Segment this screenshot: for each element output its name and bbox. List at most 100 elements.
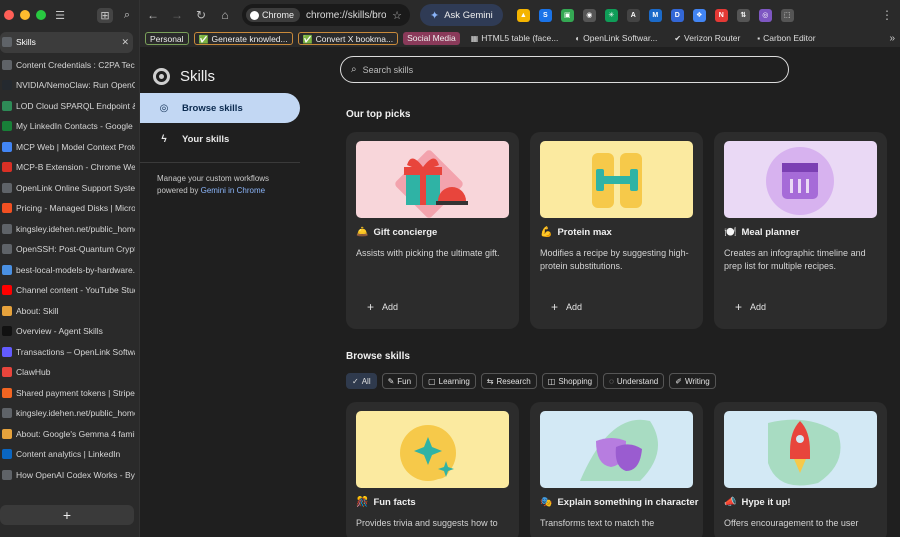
- maximize-window-button[interactable]: [36, 10, 46, 20]
- skill-card[interactable]: 💪 Protein max Modifies a recipe by suggest…: [530, 132, 703, 329]
- skill-emoji-icon: 🎊: [356, 497, 369, 508]
- bookmark-item[interactable]: ▪ Carbon Editor: [751, 32, 821, 45]
- home-icon[interactable]: ⌂: [218, 8, 232, 22]
- tab-item[interactable]: ClawHub: [0, 362, 139, 383]
- tab-item[interactable]: Overview - Agent Skills: [0, 321, 139, 342]
- nav-item-browse-skills[interactable]: ◎ Browse skills: [140, 93, 300, 123]
- tab-title: LOD Cloud SPARQL Endpoint & Q: [16, 100, 135, 111]
- active-tab[interactable]: Skills ✕: [0, 32, 133, 53]
- bookmark-item[interactable]: ◐ OpenLink Softwar...: [569, 32, 663, 45]
- extension-icon[interactable]: A: [626, 8, 640, 22]
- favicon-icon: [2, 469, 12, 480]
- filter-chip-shopping[interactable]: ◫ Shopping: [541, 373, 599, 389]
- add-skill-button[interactable]: + Add: [551, 300, 582, 314]
- tab-item[interactable]: OpenLink Online Support System: [0, 178, 139, 199]
- extension-icon[interactable]: D: [670, 8, 684, 22]
- extension-icon[interactable]: ◉: [582, 8, 596, 22]
- extension-icon[interactable]: ▣: [560, 8, 574, 22]
- tab-item[interactable]: best-local-models-by-hardware.m: [0, 260, 139, 281]
- more-bookmarks-icon[interactable]: »: [889, 33, 895, 44]
- filter-chip-fun[interactable]: ✎ Fun: [381, 373, 418, 389]
- tab-item[interactable]: kingsley.idehen.net/public_home/: [0, 403, 139, 424]
- tab-item[interactable]: Channel content - YouTube Studio: [0, 280, 139, 301]
- tab-item[interactable]: kingsley.idehen.net/public_home/: [0, 219, 139, 240]
- skill-card[interactable]: 🍽️ Meal planner Creates an infographic tim…: [714, 132, 887, 329]
- filter-chip-learning[interactable]: ▢ Learning: [422, 373, 476, 389]
- search-box[interactable]: ⌕ Search skills: [340, 56, 789, 83]
- skill-card[interactable]: 🎭 Explain something in character Transform…: [530, 402, 703, 537]
- card-illustration: [724, 411, 877, 488]
- site-chip[interactable]: Chrome: [246, 8, 301, 22]
- back-icon[interactable]: ←: [146, 8, 160, 22]
- new-tab-button[interactable]: +: [0, 505, 134, 525]
- bookmark-star-icon[interactable]: ☆: [392, 9, 402, 22]
- bookmark-item[interactable]: ▦ HTML5 table (face...: [465, 32, 565, 45]
- tab-item[interactable]: OpenSSH: Post-Quantum Cryptog: [0, 239, 139, 260]
- extension-icon[interactable]: S: [538, 8, 552, 22]
- extension-icon[interactable]: ▲: [516, 8, 530, 22]
- tab-grid-icon[interactable]: ⊞: [97, 7, 113, 23]
- skill-card[interactable]: 🎊 Fun facts Provides trivia and suggests h…: [346, 402, 519, 537]
- skill-emoji-icon: 🍽️: [724, 227, 737, 238]
- bookmark-item[interactable]: ✅ Convert X bookma...: [297, 32, 399, 45]
- extension-icon[interactable]: ⬚: [780, 8, 794, 22]
- skill-card-description: Creates an infographic timeline and prep…: [724, 248, 866, 271]
- skill-card[interactable]: 🛎️ Gift concierge Assists with picking the…: [346, 132, 519, 329]
- tab-item[interactable]: MCP Web | Model Context Protoc: [0, 137, 139, 158]
- tab-item[interactable]: Shared payment tokens | Stripe D: [0, 383, 139, 404]
- filter-chip-all[interactable]: ✓ All: [346, 373, 377, 389]
- skill-card-title: 💪 Protein max: [540, 227, 693, 238]
- extension-icon[interactable]: ⇅: [736, 8, 750, 22]
- search-input[interactable]: Search skills: [363, 65, 414, 75]
- close-tab-icon[interactable]: ✕: [121, 37, 129, 48]
- tab-item[interactable]: MCP-B Extension - Chrome Web S: [0, 157, 139, 178]
- tab-item[interactable]: How OpenAI Codex Works - By Ch: [0, 465, 139, 486]
- favicon-icon: [2, 264, 12, 275]
- skill-card-title: 🍽️ Meal planner: [724, 227, 877, 238]
- tab-item[interactable]: NVIDIA/NemoClaw: Run OpenClaw: [0, 75, 139, 96]
- close-window-button[interactable]: [4, 10, 14, 20]
- favicon-icon: [2, 100, 12, 111]
- bookmark-item[interactable]: ✔ Verizon Router: [668, 32, 746, 45]
- extension-icon[interactable]: ✳: [604, 8, 618, 22]
- bookmark-item[interactable]: ✅ Generate knowled...: [193, 32, 293, 45]
- collapse-tabs-icon[interactable]: ☰: [52, 9, 68, 22]
- bookmark-label: OpenLink Softwar...: [583, 33, 658, 43]
- tab-item[interactable]: My LinkedIn Contacts - Google S: [0, 116, 139, 137]
- bookmark-item[interactable]: Social Media: [403, 32, 460, 45]
- filter-chip-writing[interactable]: ✐ Writing: [669, 373, 716, 389]
- add-skill-button[interactable]: + Add: [367, 300, 398, 314]
- tab-item[interactable]: LOD Cloud SPARQL Endpoint & Q: [0, 96, 139, 117]
- extension-icon[interactable]: ❖: [692, 8, 706, 22]
- ask-gemini-button[interactable]: ✦ Ask Gemini: [420, 4, 503, 26]
- tab-item[interactable]: Pricing - Managed Disks | Micros: [0, 198, 139, 219]
- favicon-icon: [2, 37, 12, 48]
- forward-icon[interactable]: →: [170, 8, 184, 22]
- nav-item-your-skills[interactable]: ϟ Your skills: [140, 124, 305, 154]
- tab-item[interactable]: Content Credentials : C2PA Tech: [0, 55, 139, 76]
- tab-item[interactable]: Content analytics | LinkedIn: [0, 444, 139, 465]
- extension-icon[interactable]: M: [648, 8, 662, 22]
- window-controls: ☰ ⊞ ⌕: [0, 0, 139, 30]
- tab-item[interactable]: About: Google's Gemma 4 family: [0, 424, 139, 445]
- card-illustration: [724, 141, 877, 218]
- favicon-icon: [2, 162, 12, 173]
- extension-icon[interactable]: ◎: [758, 8, 772, 22]
- filter-chip-research[interactable]: ⇆ Research: [480, 373, 537, 389]
- tab-item[interactable]: Transactions – OpenLink Software: [0, 342, 139, 363]
- bookmark-item[interactable]: Personal: [145, 32, 189, 45]
- add-label: Add: [382, 302, 399, 312]
- add-skill-button[interactable]: + Add: [735, 300, 766, 314]
- address-bar[interactable]: Chrome chrome://skills/browse ☆: [242, 4, 410, 26]
- skill-title-text: Hype it up!: [741, 497, 791, 508]
- tab-item[interactable]: About: Skill: [0, 301, 139, 322]
- extension-icon[interactable]: N: [714, 8, 728, 22]
- gemini-link[interactable]: Gemini in Chrome: [201, 186, 265, 195]
- menu-icon[interactable]: ⋮: [880, 8, 894, 22]
- reload-icon[interactable]: ↻: [194, 8, 208, 22]
- tab-title: OpenLink Online Support System: [16, 182, 135, 193]
- skill-card[interactable]: 📣 Hype it up! Offers encouragement to the …: [714, 402, 887, 537]
- tab-search-icon[interactable]: ⌕: [119, 9, 135, 22]
- filter-chip-understand[interactable]: ◌ Understand: [603, 373, 665, 389]
- minimize-window-button[interactable]: [20, 10, 30, 20]
